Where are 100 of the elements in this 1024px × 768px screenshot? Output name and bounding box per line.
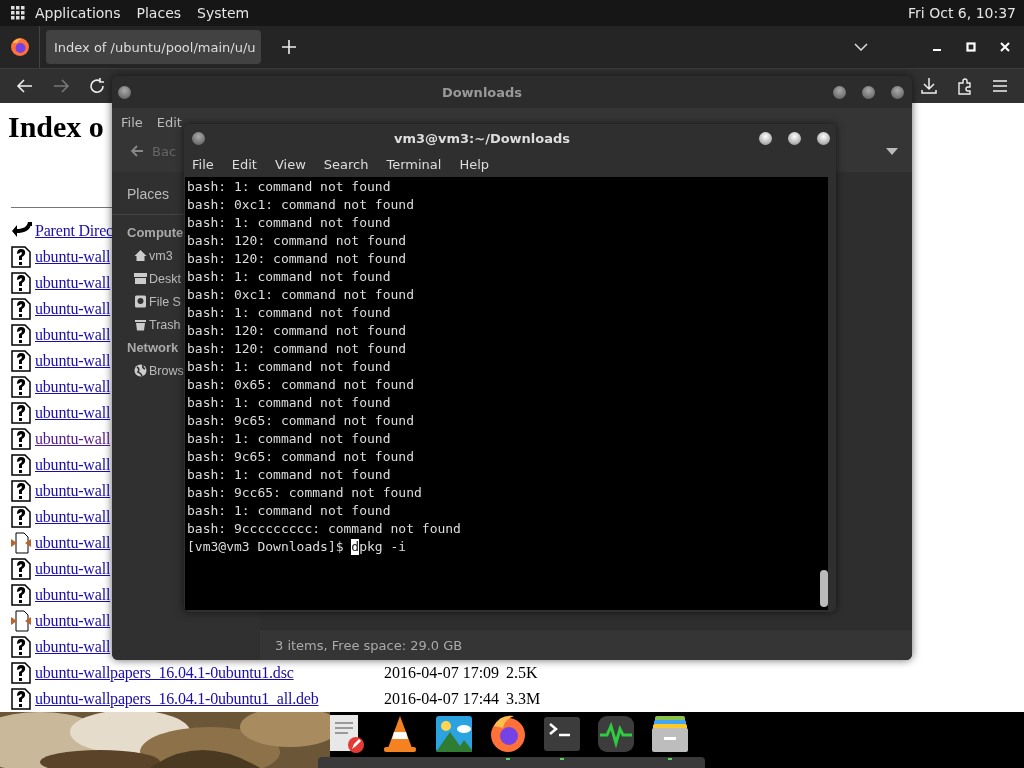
terminal-line: bash: 120: command not found (187, 322, 408, 340)
menu-item[interactable]: Search (323, 157, 369, 172)
file-link[interactable]: ubuntu-wallpapers_16.04.1-0ubuntu1_all.deb (35, 690, 319, 708)
panel-menu[interactable]: Applications (35, 5, 121, 21)
file-link[interactable]: ubuntu-wall (35, 274, 111, 292)
browser-tab[interactable]: Index of /ubuntu/pool/main/u/u (46, 30, 261, 64)
file-link[interactable]: ubuntu-wall (35, 430, 111, 448)
system-monitor-icon[interactable] (596, 714, 636, 754)
file-size: 2.5K (506, 664, 538, 682)
clock[interactable]: Fri Oct 6, 10:37 (908, 5, 1016, 21)
file-link[interactable]: ubuntu-wall (35, 248, 111, 266)
menu-item[interactable]: View (274, 157, 306, 172)
terminal-line: bash: 1: command not found (187, 268, 392, 286)
unknown-file-icon (11, 506, 31, 528)
sidebar-heading: Compute (127, 224, 184, 242)
menu-item[interactable]: File (121, 115, 143, 130)
unknown-file-icon (11, 402, 31, 424)
new-tab-icon[interactable] (282, 40, 296, 54)
sidebar-heading: Network (127, 339, 179, 357)
page-heading: Index o (8, 110, 104, 145)
file-cabinet-icon[interactable] (650, 714, 690, 754)
file-link[interactable]: ubuntu-wall (35, 456, 111, 474)
file-link[interactable]: ubuntu-wall (35, 352, 111, 370)
terminal-line: bash: 1: command not found (187, 358, 392, 376)
window-menu-button[interactable] (118, 85, 131, 99)
file-link[interactable]: ubuntu-wall (35, 612, 111, 630)
window-control-button[interactable] (788, 131, 801, 145)
window-control-button[interactable] (862, 85, 875, 99)
puzzle-icon[interactable] (956, 77, 974, 95)
download-icon[interactable] (920, 77, 938, 95)
window-control-button[interactable] (891, 85, 904, 99)
image-file-icon (11, 610, 31, 632)
apps-grid-icon[interactable] (11, 6, 25, 20)
scrollbar-thumb[interactable] (820, 570, 828, 607)
unknown-file-icon (11, 454, 31, 476)
status-text: 3 items, Free space: 29.0 GB (275, 637, 463, 653)
browser-icon[interactable] (488, 714, 528, 754)
menu-item[interactable]: Help (459, 157, 490, 172)
menu-item[interactable]: Edit (156, 115, 182, 130)
sidebar-item[interactable]: File S (149, 294, 181, 309)
file-link[interactable]: ubuntu-wall (35, 404, 111, 422)
panel-menu[interactable]: Places (136, 5, 182, 21)
close-icon[interactable] (1000, 42, 1010, 52)
browser-icon[interactable] (10, 37, 30, 57)
window-menu-button[interactable] (192, 131, 205, 145)
file-link[interactable]: ubuntu-wall (35, 326, 111, 344)
window-control-button[interactable] (817, 131, 830, 145)
sidebar-item[interactable]: Trash (149, 317, 181, 332)
desktop-icon (134, 272, 147, 285)
file-link[interactable]: ubuntu-wall (35, 586, 111, 604)
file-link[interactable]: ubuntu-wall (35, 378, 111, 396)
terminal-line: bash: 1: command not found (187, 502, 392, 520)
terminal-line: bash: 120: command not found (187, 250, 408, 268)
terminal-line: bash: 1: command not found (187, 304, 392, 322)
modified-date: 2016-04-07 17:44 (384, 690, 500, 708)
terminal-line: bash: 120: command not found (187, 340, 408, 358)
unknown-file-icon (11, 324, 31, 346)
terminal-line: bash: 1: command not found (187, 394, 392, 412)
sidebar-item[interactable]: Brows (149, 363, 184, 378)
chevron-down-icon[interactable] (854, 43, 868, 51)
terminal-line: bash: 9c65: command not found (187, 448, 415, 466)
window-control-button[interactable] (759, 131, 772, 145)
window-title: vm3@vm3:~/Downloads (392, 130, 572, 146)
network-icon (134, 364, 147, 377)
file-link[interactable]: ubuntu-wall (35, 300, 111, 318)
dropdown-icon[interactable] (886, 147, 898, 155)
unknown-file-icon (11, 272, 31, 294)
file-link[interactable]: ubuntu-wall (35, 508, 111, 526)
file-link[interactable]: ubuntu-wall (35, 534, 111, 552)
menu-item[interactable]: Edit (231, 157, 257, 172)
home-icon (134, 249, 147, 262)
file-link[interactable]: ubuntu-wall (35, 638, 111, 656)
terminal-icon[interactable] (542, 714, 582, 754)
unknown-file-icon (11, 246, 31, 268)
maximize-icon[interactable] (966, 42, 976, 52)
unknown-file-icon (11, 480, 31, 502)
image-viewer-icon[interactable] (434, 714, 474, 754)
image-file-icon (11, 532, 31, 554)
sidebar-item[interactable]: vm3 (149, 248, 173, 263)
places-label[interactable]: Places (127, 186, 170, 202)
panel-menu[interactable]: System (197, 5, 250, 21)
file-link[interactable]: ubuntu-wall (35, 560, 111, 578)
menu-icon[interactable] (992, 79, 1008, 93)
file-link[interactable]: ubuntu-wallpapers_16.04.1-0ubuntu1.dsc (35, 664, 294, 682)
terminal-line: bash: 0xc1: command not found (187, 286, 415, 304)
window-control-button[interactable] (833, 85, 846, 99)
sidebar-item[interactable]: Deskt (149, 271, 181, 286)
terminal-line: bash: 1: command not found (187, 178, 392, 196)
back-arrow-icon[interactable] (16, 77, 34, 95)
unknown-file-icon (11, 428, 31, 450)
unknown-file-icon (11, 662, 31, 684)
menu-item[interactable]: File (192, 157, 214, 172)
terminal-line: bash: 9c65: command not found (187, 412, 415, 430)
reload-icon[interactable] (88, 77, 106, 95)
unknown-file-icon (11, 636, 31, 658)
menu-item[interactable]: Terminal (386, 157, 442, 172)
unknown-file-icon (11, 584, 31, 606)
terminal-line: bash: 1: command not found (187, 466, 392, 484)
parent-directory-link[interactable]: Parent Direc (35, 222, 113, 240)
file-link[interactable]: ubuntu-wall (35, 482, 111, 500)
